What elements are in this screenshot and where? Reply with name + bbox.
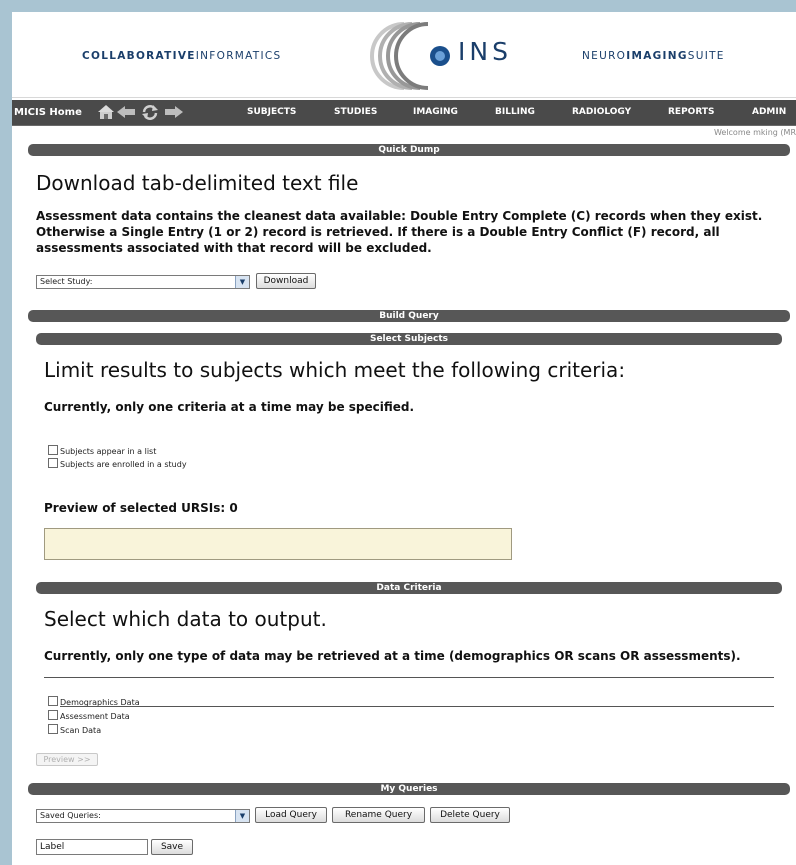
scan-label: Scan Data xyxy=(60,726,102,735)
download-button[interactable]: Download xyxy=(256,273,316,289)
collaborative-informatics-brand: COLLABORATIVEINFORMATICS xyxy=(82,50,282,62)
quick-dump-heading: Download tab-delimited text file xyxy=(36,171,359,195)
back-arrow-icon[interactable] xyxy=(116,104,136,120)
preview-ursis-label: Preview of selected URSIs: 0 xyxy=(44,501,238,515)
load-query-button[interactable]: Load Query xyxy=(255,807,327,823)
build-query-bar: Build Query xyxy=(28,310,790,322)
chevron-down-icon: ▼ xyxy=(235,810,249,822)
assessment-label: Assessment Data xyxy=(60,712,130,721)
ursi-preview-box xyxy=(44,528,512,560)
nav-subjects[interactable]: SUBJECTS xyxy=(247,107,296,117)
saved-queries-value: Saved Queries: xyxy=(40,811,101,820)
ins-logo-graphic xyxy=(370,22,450,90)
nav-studies[interactable]: STUDIES xyxy=(334,107,377,117)
nav-radiology[interactable]: RADIOLOGY xyxy=(572,107,631,117)
welcome-text: Welcome mking (MR xyxy=(713,128,796,137)
select-subjects-heading: Limit results to subjects which meet the… xyxy=(44,358,626,382)
select-study-value: Select Study: xyxy=(40,277,93,286)
neuroimaging-suite-brand: NEUROIMAGINGSUITE xyxy=(582,50,725,62)
preview-button[interactable]: Preview >> xyxy=(36,753,98,766)
rename-query-button[interactable]: Rename Query xyxy=(332,807,425,823)
nav-billing[interactable]: BILLING xyxy=(495,107,535,117)
nav-admin[interactable]: ADMIN xyxy=(752,107,786,117)
query-label-input[interactable]: Label xyxy=(36,839,148,855)
quick-dump-description: Assessment data contains the cleanest da… xyxy=(36,209,763,255)
chevron-down-icon: ▼ xyxy=(235,276,249,288)
demographics-checkbox[interactable] xyxy=(48,696,58,706)
subjects-list-label: Subjects appear in a list xyxy=(60,447,157,456)
nav-reports[interactable]: REPORTS xyxy=(668,107,714,117)
data-criteria-bar: Data Criteria xyxy=(36,582,782,594)
refresh-icon[interactable] xyxy=(140,104,160,120)
divider xyxy=(60,706,774,707)
delete-query-button[interactable]: Delete Query xyxy=(430,807,510,823)
subjects-list-checkbox[interactable] xyxy=(48,445,58,455)
saved-queries-dropdown[interactable]: Saved Queries: ▼ xyxy=(36,809,250,823)
home-icon[interactable] xyxy=(96,104,116,120)
main-navbar: MICIS Home SUBJECTS STUDIES IMAGING BILL… xyxy=(12,100,796,126)
app-frame: COLLABORATIVEINFORMATICS INS NEUROIMAGIN… xyxy=(12,12,796,865)
data-criteria-note: Currently, only one type of data may be … xyxy=(44,649,741,663)
data-criteria-heading: Select which data to output. xyxy=(44,607,327,631)
select-subjects-note: Currently, only one criteria at a time m… xyxy=(44,400,415,414)
subjects-enrolled-checkbox[interactable] xyxy=(48,458,58,468)
my-queries-bar: My Queries xyxy=(28,783,790,795)
save-query-button[interactable]: Save xyxy=(151,839,193,855)
subjects-enrolled-label: Subjects are enrolled in a study xyxy=(60,460,187,469)
select-study-dropdown[interactable]: Select Study: ▼ xyxy=(36,275,250,289)
ins-logo-text: INS xyxy=(458,37,512,66)
assessment-checkbox[interactable] xyxy=(48,710,58,720)
scan-checkbox[interactable] xyxy=(48,724,58,734)
nav-imaging[interactable]: IMAGING xyxy=(413,107,458,117)
divider xyxy=(44,677,774,678)
ins-logo: INS xyxy=(352,20,542,92)
micis-home-link[interactable]: MICIS Home xyxy=(14,107,82,118)
forward-arrow-icon[interactable] xyxy=(164,104,184,120)
header-banner: COLLABORATIVEINFORMATICS INS NEUROIMAGIN… xyxy=(12,12,796,98)
select-subjects-bar: Select Subjects xyxy=(36,333,782,345)
quick-dump-bar: Quick Dump xyxy=(28,144,790,156)
